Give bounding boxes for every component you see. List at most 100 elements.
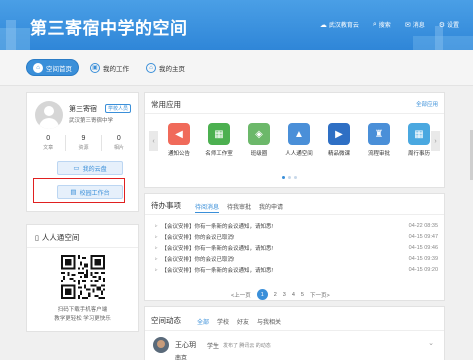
tab-space-home[interactable]: ⌂ 空间首页 [26, 59, 79, 76]
qr-card: ▯ 人人通空间 扫码下载手机客户端 教学更轻松 学习更快乐 [26, 224, 139, 332]
app-notice[interactable]: ◀ 通知公告 [159, 123, 199, 157]
todo-item[interactable]: ▹ 【会议安排】你有一条新的会议通知，请知悉! 04-22 08:35 [155, 220, 438, 231]
todo-item[interactable]: ▹ 【会议安排】你有一条新的会议通知，请知悉! 04-15 09:20 [155, 264, 438, 275]
cloud-drive-icon: ▭ [73, 165, 80, 172]
post-user-role: 学生 [207, 344, 220, 350]
tab-my-work[interactable]: ▣ 我的工作 [84, 59, 135, 76]
tab-my-homepage-label: 我的主页 [159, 65, 185, 73]
nav-edu-cloud[interactable]: ☁ 武汉教育云 [319, 20, 359, 30]
house-icon: ⌂ [146, 62, 156, 73]
tab-my-homepage[interactable]: ⌂ 我的主页 [140, 59, 191, 76]
app-class-circle[interactable]: ◈ 班级圈 [239, 123, 279, 157]
briefcase-icon: ▣ [90, 62, 100, 73]
stat-articles[interactable]: 0 文章 [31, 135, 67, 151]
app-space[interactable]: ▲ 人人通空间 [279, 123, 319, 157]
qr-card-title-text: 人人通空间 [41, 233, 80, 242]
tab-pending-approval[interactable]: 待我审批 [227, 202, 251, 213]
role-badge: 学校人员 [105, 104, 132, 113]
todo-item[interactable]: ▹ 【会议安排】你有一条新的会议通知，请知悉! 04-15 09:46 [155, 242, 438, 253]
post-avatar[interactable] [153, 337, 169, 353]
carousel-dots [282, 176, 297, 179]
tab-related-to-me[interactable]: 与我相关 [257, 317, 281, 326]
bullet-icon: ▹ [155, 244, 158, 251]
stat-resources-value: 9 [81, 135, 86, 142]
nav-search-label: 搜索 [378, 23, 391, 29]
microcourse-icon: ▶ [328, 123, 350, 145]
home-circle-icon: ⌂ [33, 62, 43, 73]
bullet-icon: ▹ [155, 255, 158, 262]
prev-page-button[interactable]: <上一页 [231, 291, 251, 299]
todo-item-text: 【会议安排】你有一条新的会议通知，请知悉! [161, 267, 274, 274]
todo-item-time: 04-15 09:39 [408, 255, 438, 262]
tab-bar: ⌂ 空间首页 ▣ 我的工作 ⌂ 我的主页 [0, 50, 473, 86]
nav-search[interactable]: ⌕ 搜索 [372, 20, 391, 30]
profile-name[interactable]: 第三寄宿 [69, 104, 97, 114]
app-weekly-calendar[interactable]: ▦ 周行事历 [399, 123, 439, 157]
todo-item-time: 04-15 09:46 [408, 244, 438, 251]
tab-all[interactable]: 全部 [197, 317, 209, 326]
avatar[interactable] [35, 101, 63, 129]
phone-icon: ▯ [35, 234, 39, 242]
tab-friends[interactable]: 好友 [237, 317, 249, 326]
todo-item[interactable]: ▹ 【会议安排】你的会议已取消! 04-15 09:39 [155, 253, 438, 264]
nav-edu-cloud-label: 武汉教育云 [328, 23, 359, 29]
nav-messages[interactable]: ✉ 消息 [404, 20, 425, 30]
tab-space-home-label: 空间首页 [46, 65, 72, 73]
space-updates-title: 空间动态 [151, 316, 181, 325]
page-button-3[interactable]: 3 [283, 292, 286, 298]
pagination: <上一页 1 2 3 4 5 下一页> [231, 289, 330, 300]
next-page-button[interactable]: 下一页> [310, 291, 330, 299]
common-apps-card: 常用应用 全部应用 ‹ › ◀ 通知公告 ▦ 名师工作室 ◈ 班级圈 ▲ 人人通… [144, 92, 445, 188]
cloud-icon: ☁ [319, 21, 327, 29]
todo-item-text: 【会议安排】你有一条新的会议通知，请知悉! [161, 245, 274, 252]
stat-articles-label: 文章 [43, 145, 54, 151]
todo-item[interactable]: ▹ 【会议安排】你的会议已取消! 04-15 09:47 [155, 231, 438, 242]
app-approval[interactable]: ♜ 流程审批 [359, 123, 399, 157]
megaphone-icon: ◀ [168, 123, 190, 145]
tab-my-applications[interactable]: 我的申请 [259, 202, 283, 213]
stat-photos[interactable]: 0 相片 [102, 135, 136, 151]
chevron-down-icon[interactable]: ⌄ [428, 339, 434, 347]
tab-school[interactable]: 学校 [217, 317, 229, 326]
bullet-icon: ▹ [155, 266, 158, 273]
search-icon: ⌕ [372, 20, 377, 28]
bullet-icon: ▹ [155, 233, 158, 240]
graduation-cap-icon: ▲ [288, 123, 310, 145]
qr-caption-download: 扫码下载手机客户端 [57, 307, 108, 313]
todo-item-time: 04-22 08:35 [408, 222, 438, 229]
nav-settings[interactable]: ⚙ 设置 [438, 20, 459, 30]
app-teacher-studio[interactable]: ▦ 名师工作室 [199, 123, 239, 157]
nav-settings-label: 设置 [446, 23, 459, 29]
carousel-dot[interactable] [282, 176, 285, 179]
page-button-2[interactable]: 2 [274, 292, 277, 298]
page-button-5[interactable]: 5 [301, 292, 304, 298]
my-cloud-label: 我的云盘 [82, 166, 107, 173]
carousel-dot[interactable] [294, 176, 297, 179]
todo-item-time: 04-15 09:47 [408, 233, 438, 240]
app-approval-label: 流程审批 [367, 151, 390, 157]
stat-resources-label: 资源 [78, 145, 89, 151]
stat-photos-value: 0 [116, 135, 121, 142]
gear-icon: ⚙ [438, 21, 445, 29]
stat-resources[interactable]: 9 资源 [66, 135, 102, 151]
carousel-dot[interactable] [288, 176, 291, 179]
app-microcourse[interactable]: ▶ 精品微课 [319, 123, 359, 157]
tab-unread-messages[interactable]: 待阅消息 [195, 202, 220, 213]
todo-title: 待办事项 [151, 201, 181, 210]
class-circle-icon: ◈ [248, 123, 270, 145]
app-teacher-studio-label: 名师工作室 [205, 151, 233, 157]
page-button-4[interactable]: 4 [292, 292, 295, 298]
my-cloud-button[interactable]: ▭ 我的云盘 [57, 161, 123, 175]
profile-school: 武汉第三寄宿中学 [69, 118, 114, 124]
mail-icon: ✉ [404, 21, 411, 29]
app-notice-label: 通知公告 [167, 151, 190, 157]
stamp-icon: ♜ [368, 123, 390, 145]
stat-articles-value: 0 [46, 135, 51, 142]
post-user-name[interactable]: 王心玥 [175, 340, 196, 350]
all-apps-link[interactable]: 全部应用 [416, 100, 438, 108]
apps-prev-arrow[interactable]: ‹ [149, 131, 158, 151]
todo-item-text: 【会议安排】你有一条新的会议通知，请知悉! [161, 223, 274, 230]
qr-card-title: ▯ 人人通空间 [35, 232, 79, 243]
todo-card: 待办事项 待阅消息 待我审批 我的申请 ▹ 【会议安排】你有一条新的会议通知，请… [144, 193, 445, 301]
page-button-1[interactable]: 1 [256, 289, 268, 300]
